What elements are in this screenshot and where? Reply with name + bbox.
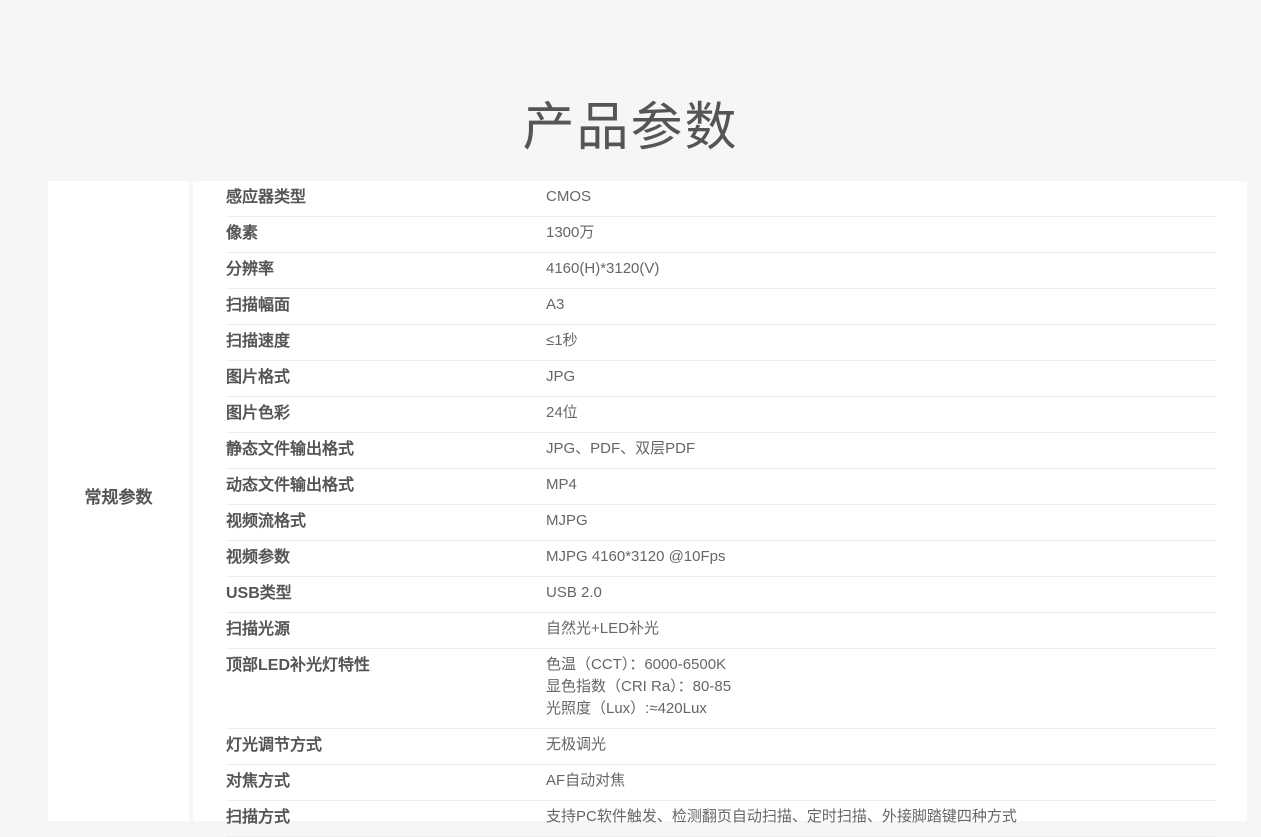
page-title: 产品参数 [522, 98, 739, 157]
spec-row: 扫描幅面 A3 [226, 289, 1216, 325]
spec-row: 图片色彩 24位 [226, 397, 1216, 433]
spec-row: 视频流格式 MJPG [226, 505, 1216, 541]
spec-value-line: 自然光+LED补光 [546, 620, 659, 637]
spec-key: 分辨率 [226, 261, 275, 278]
spec-key: 扫描方式 [226, 809, 291, 826]
spec-value: 24位 [546, 402, 1216, 424]
spec-key: 视频参数 [226, 549, 291, 566]
spec-value: MJPG [546, 510, 1216, 532]
spec-key: 感应器类型 [226, 189, 307, 206]
spec-value: 支持PC软件触发、检测翻页自动扫描、定时扫描、外接脚踏键四种方式 [546, 806, 1216, 828]
spec-value: MJPG 4160*3120 @10Fps [546, 546, 1216, 568]
spec-value-line: MJPG [546, 512, 588, 529]
spec-category-label: 常规参数 [84, 487, 153, 507]
spec-value: 无极调光 [546, 734, 1216, 756]
spec-value-line: JPG [546, 368, 576, 385]
spec-table: 常规参数 感应器类型 CMOS 像素 1300万分辨率 4160(H)*3120(V) 扫… [48, 181, 1247, 837]
spec-value-line: 显色指数（CRI Ra）：80-85 [546, 678, 732, 695]
spec-value-line: A3 [546, 296, 565, 313]
spec-value: 色温（CCT）：6000-6500K 显色指数（CRI Ra）：80-85 光照度（… [546, 654, 1216, 720]
spec-row: 扫描光源 自然光+LED补光 [226, 613, 1216, 649]
spec-row: 分辨率 4160(H)*3120(V) [226, 253, 1216, 289]
spec-value-line: 4160(H)*3120(V) [546, 260, 660, 277]
spec-value-line: 1300万 [546, 224, 595, 241]
spec-value: MP4 [546, 474, 1216, 496]
spec-key: 对焦方式 [226, 773, 291, 790]
spec-value: 1300万 [546, 222, 1216, 244]
spec-value: ≤1秒 [546, 330, 1216, 352]
spec-key: 灯光调节方式 [226, 737, 323, 754]
spec-value-line: AF自动对焦 [546, 772, 626, 789]
spec-key: USB类型 [226, 585, 292, 602]
spec-row: 图片格式 JPG [226, 361, 1216, 397]
spec-value-line: JPG、PDF、双层PDF [546, 440, 696, 457]
spec-key: 视频流格式 [226, 513, 307, 530]
spec-value-line: ≤1秒 [546, 332, 578, 349]
spec-value: A3 [546, 294, 1216, 316]
spec-key: 扫描光源 [226, 621, 291, 638]
spec-row: 灯光调节方式 无极调光 [226, 729, 1216, 765]
spec-value-line: 支持PC软件触发、检测翻页自动扫描、定时扫描、外接脚踏键四种方式 [546, 808, 1017, 825]
spec-key: 扫描幅面 [226, 297, 291, 314]
spec-value: 4160(H)*3120(V) [546, 258, 1216, 280]
spec-value: JPG [546, 366, 1216, 388]
spec-value: USB 2.0 [546, 582, 1216, 604]
spec-value-line: MP4 [546, 476, 577, 493]
spec-row: 像素 1300万 [226, 217, 1216, 253]
spec-key: 扫描速度 [226, 333, 291, 350]
spec-value: AF自动对焦 [546, 770, 1216, 792]
spec-row: 动态文件输出格式 MP4 [226, 469, 1216, 505]
spec-value-line: 光照度（Lux）:≈420Lux [546, 700, 707, 717]
spec-value-line: MJPG 4160*3120 @10Fps [546, 548, 726, 565]
spec-value: 自然光+LED补光 [546, 618, 1216, 640]
spec-key: 静态文件输出格式 [226, 441, 355, 458]
spec-value-line: 无极调光 [546, 736, 607, 753]
spec-key: 图片色彩 [226, 405, 291, 422]
spec-category-cell: 常规参数 [48, 181, 189, 821]
spec-key: 像素 [226, 225, 259, 242]
spec-rows: 感应器类型 CMOS 像素 1300万分辨率 4160(H)*3120(V) 扫描幅面 A3… [193, 181, 1247, 837]
spec-value: JPG、PDF、双层PDF [546, 438, 1216, 460]
spec-key: 顶部LED补光灯特性 [226, 657, 371, 674]
spec-key: 图片格式 [226, 369, 291, 386]
spec-row: 扫描速度 ≤1秒 [226, 325, 1216, 361]
spec-row: 视频参数 MJPG 4160*3120 @10Fps [226, 541, 1216, 577]
spec-value-line: 色温（CCT）：6000-6500K [546, 656, 727, 673]
spec-value-line: USB 2.0 [546, 584, 602, 601]
spec-row: USB类型 USB 2.0 [226, 577, 1216, 613]
spec-row: 扫描方式 支持PC软件触发、检测翻页自动扫描、定时扫描、外接脚踏键四种方式 [226, 801, 1216, 837]
spec-value-line: 24位 [546, 404, 578, 421]
spec-row: 顶部LED补光灯特性 色温（CCT）：6000-6500K 显色指数（CRI Ra）… [226, 649, 1216, 729]
spec-row: 对焦方式 AF自动对焦 [226, 765, 1216, 801]
spec-row: 感应器类型 CMOS [226, 181, 1216, 217]
spec-value: CMOS [546, 186, 1216, 208]
spec-key: 动态文件输出格式 [226, 477, 355, 494]
spec-value-line: CMOS [546, 188, 591, 205]
spec-row: 静态文件输出格式 JPG、PDF、双层PDF [226, 433, 1216, 469]
